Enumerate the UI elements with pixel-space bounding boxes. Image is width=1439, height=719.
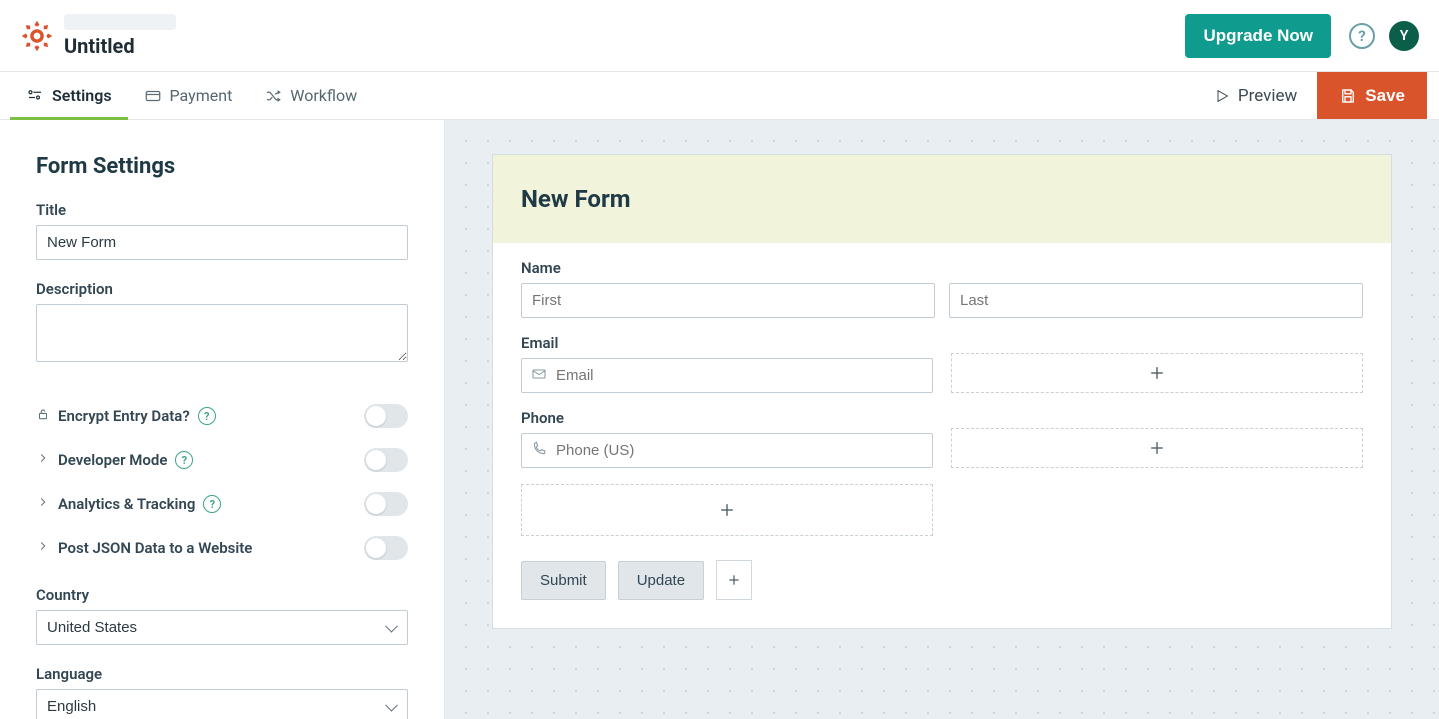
add-field-slot[interactable] [521, 484, 933, 536]
country-label: Country [36, 586, 408, 604]
chevron-right-icon [36, 495, 50, 513]
plus-icon [1147, 363, 1167, 383]
save-label: Save [1365, 86, 1405, 106]
description-field-block: Description [36, 280, 408, 366]
tab-settings[interactable]: Settings [10, 72, 128, 119]
preview-label: Preview [1238, 86, 1297, 106]
add-field-slot[interactable] [951, 353, 1363, 393]
shuffle-icon [264, 87, 282, 105]
save-button[interactable]: Save [1317, 72, 1427, 119]
play-icon [1214, 88, 1230, 104]
phone-label: Phone [521, 409, 933, 427]
name-field[interactable]: Name [521, 259, 1363, 318]
title-label: Title [36, 201, 408, 219]
update-button[interactable]: Update [618, 561, 704, 600]
add-button-slot[interactable] [716, 560, 752, 600]
email-input[interactable] [521, 358, 933, 393]
chevron-right-icon [36, 539, 50, 557]
lock-icon [36, 407, 50, 425]
title-input[interactable] [36, 225, 408, 260]
email-field[interactable]: Email [521, 334, 933, 393]
breadcrumb-placeholder [64, 14, 176, 30]
tab-payment[interactable]: Payment [128, 72, 249, 119]
help-icon[interactable]: ? [198, 407, 216, 425]
language-select[interactable]: English [36, 689, 408, 719]
developer-label: Developer Mode [58, 451, 167, 469]
form-title: New Form [521, 185, 1363, 213]
developer-toggle[interactable] [364, 448, 408, 472]
language-field-block: Language English [36, 665, 408, 719]
encrypt-row: Encrypt Entry Data? ? [36, 394, 408, 438]
help-icon[interactable]: ? [203, 495, 221, 513]
developer-row: Developer Mode ? [36, 438, 408, 482]
title-field-block: Title [36, 201, 408, 260]
country-field-block: Country United States [36, 586, 408, 645]
button-row: Submit Update [521, 560, 1363, 600]
help-icon[interactable]: ? [175, 451, 193, 469]
help-icon[interactable]: ? [1349, 23, 1375, 49]
form-card: New Form Name Email [492, 154, 1392, 629]
first-name-input[interactable] [521, 283, 935, 318]
description-label: Description [36, 280, 408, 298]
email-label: Email [521, 334, 933, 352]
avatar[interactable]: Y [1389, 21, 1419, 51]
plus-icon [717, 500, 737, 520]
add-field-slot[interactable] [951, 428, 1363, 468]
sidebar-heading: Form Settings [36, 154, 408, 179]
tab-label: Settings [52, 86, 112, 105]
mail-icon [531, 366, 547, 386]
description-input[interactable] [36, 304, 408, 362]
preview-button[interactable]: Preview [1194, 72, 1317, 119]
credit-card-icon [144, 87, 162, 105]
form-canvas[interactable]: New Form Name Email [445, 120, 1439, 719]
upgrade-button[interactable]: Upgrade Now [1185, 14, 1331, 58]
analytics-toggle[interactable] [364, 492, 408, 516]
tab-label: Workflow [290, 86, 357, 105]
form-header[interactable]: New Form [493, 155, 1391, 243]
name-label: Name [521, 259, 1363, 277]
gear-logo-icon [20, 19, 54, 53]
language-label: Language [36, 665, 408, 683]
last-name-input[interactable] [949, 283, 1363, 318]
title-block: Untitled [64, 14, 176, 58]
encrypt-toggle[interactable] [364, 404, 408, 428]
postjson-toggle[interactable] [364, 536, 408, 560]
postjson-row: Post JSON Data to a Website [36, 526, 408, 570]
plus-icon [1147, 438, 1167, 458]
settings-sidebar: Form Settings Title Description Encrypt … [0, 120, 445, 719]
analytics-label: Analytics & Tracking [58, 495, 195, 513]
postjson-label: Post JSON Data to a Website [58, 539, 252, 557]
chevron-right-icon [36, 451, 50, 469]
logo-block: Untitled [20, 14, 176, 58]
sliders-icon [26, 87, 44, 105]
phone-input[interactable] [521, 433, 933, 468]
plus-icon [726, 572, 742, 588]
submit-button[interactable]: Submit [521, 561, 606, 600]
phone-field[interactable]: Phone [521, 409, 933, 468]
save-icon [1339, 87, 1357, 105]
page-title: Untitled [64, 34, 176, 58]
tab-workflow[interactable]: Workflow [248, 72, 373, 119]
secondary-bar: Settings Payment Workflow Preview Save [0, 72, 1439, 120]
form-body: Name Email [493, 243, 1391, 628]
analytics-row: Analytics & Tracking ? [36, 482, 408, 526]
phone-icon [531, 441, 547, 461]
main-area: Form Settings Title Description Encrypt … [0, 120, 1439, 719]
top-header: Untitled Upgrade Now ? Y [0, 0, 1439, 72]
tab-label: Payment [170, 86, 233, 105]
country-select[interactable]: United States [36, 610, 408, 645]
encrypt-label: Encrypt Entry Data? [58, 407, 190, 425]
